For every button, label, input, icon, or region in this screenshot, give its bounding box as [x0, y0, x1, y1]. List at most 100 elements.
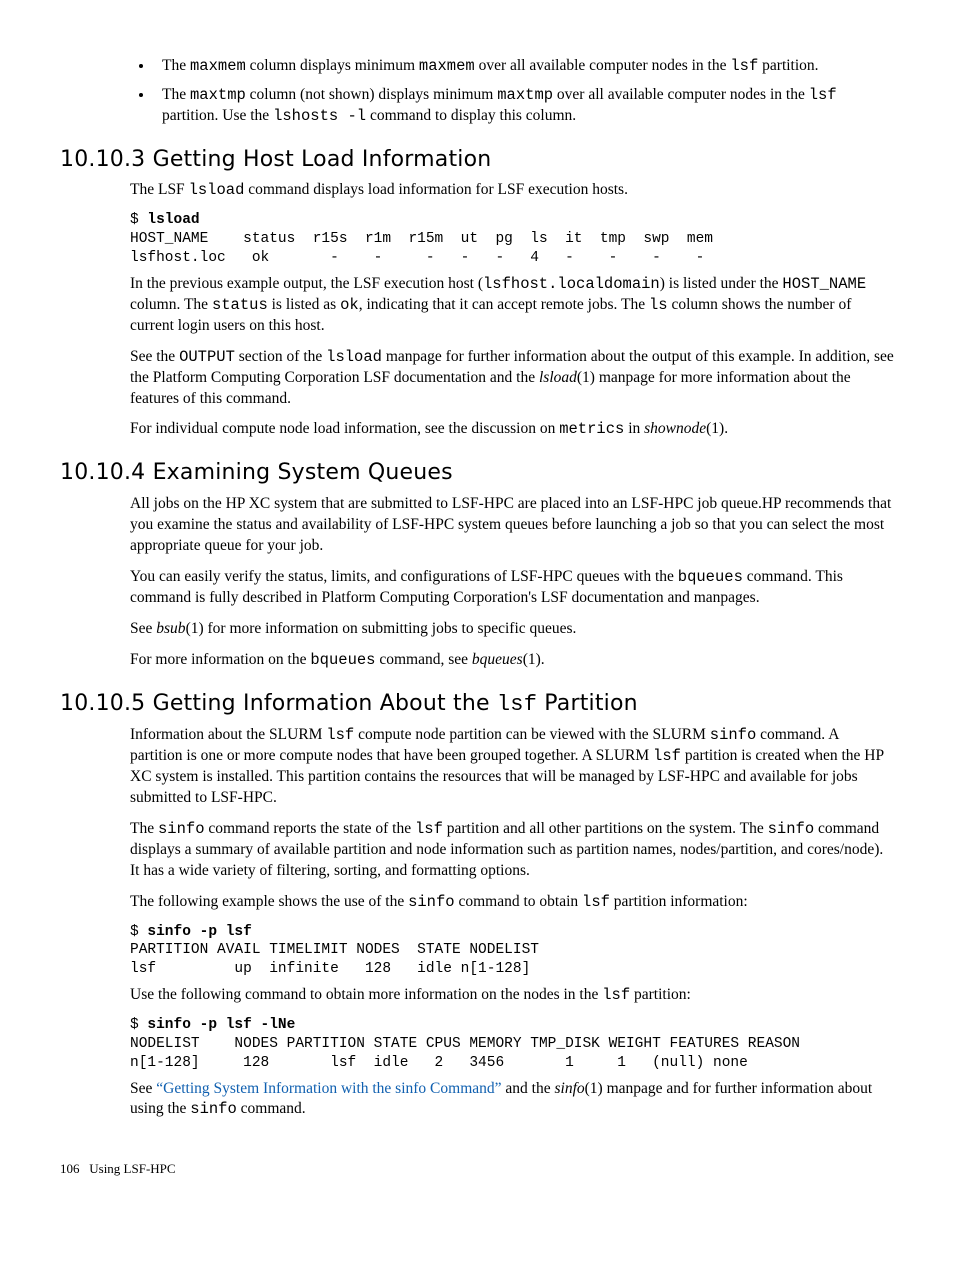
code: lsf: [582, 893, 610, 911]
code: sinfo: [710, 726, 757, 744]
text: partition information:: [610, 893, 748, 910]
text: partition. Use the: [162, 107, 273, 124]
heading-code: lsf: [497, 692, 537, 717]
text: The LSF: [130, 181, 189, 198]
text: ) is listed under the: [660, 275, 783, 292]
code: lshosts -l: [273, 107, 366, 125]
text: The following example shows the use of t…: [130, 893, 408, 910]
code-block-lsload: $ lsload HOST_NAME status r15s r1m r15m …: [130, 211, 894, 268]
text: (1).: [706, 420, 728, 437]
text: In the previous example output, the LSF …: [130, 275, 483, 292]
text: The: [130, 820, 158, 837]
code: sinfo: [408, 893, 455, 911]
heading-text: 10.10.5 Getting Information About the: [60, 691, 497, 716]
text: , indicating that it can accept remote j…: [359, 296, 649, 313]
intro-bullets: The maxmem column displays minimum maxme…: [130, 56, 894, 127]
text: compute node partition can be viewed wit…: [354, 726, 710, 743]
paragraph: The LSF lsload command displays load inf…: [130, 180, 894, 201]
text: command displays load information for LS…: [244, 181, 628, 198]
paragraph: You can easily verify the status, limits…: [130, 567, 894, 609]
code: maxtmp: [497, 86, 553, 104]
text: (1) for more information on submitting j…: [186, 620, 577, 637]
code: lsfhost.localdomain: [483, 275, 660, 293]
paragraph: See bsub(1) for more information on subm…: [130, 619, 894, 640]
code: lsf: [326, 726, 354, 744]
paragraph: In the previous example output, the LSF …: [130, 274, 894, 337]
paragraph: See the OUTPUT section of the lsload man…: [130, 347, 894, 410]
text: command.: [237, 1100, 306, 1117]
text: The: [162, 57, 190, 74]
paragraph: For individual compute node load informa…: [130, 419, 894, 440]
code: lsload: [326, 348, 382, 366]
heading-text: Partition: [537, 691, 638, 716]
prompt: $: [130, 1017, 147, 1033]
code: ls: [649, 296, 668, 314]
code: OUTPUT: [179, 348, 235, 366]
cross-reference-link[interactable]: “Getting System Information with the sin…: [156, 1080, 501, 1097]
text: See: [130, 620, 156, 637]
manpage-ref: bsub: [156, 620, 185, 637]
text: Use the following command to obtain more…: [130, 986, 602, 1003]
code: sinfo: [190, 1100, 237, 1118]
text: partition.: [758, 57, 818, 74]
text: partition:: [630, 986, 691, 1003]
code: lsload: [189, 181, 245, 199]
code: lsf: [653, 747, 681, 765]
text: in: [624, 420, 644, 437]
manpage-ref: bqueues: [472, 651, 523, 668]
heading-10-10-5: 10.10.5 Getting Information About the ls…: [60, 689, 894, 720]
text: You can easily verify the status, limits…: [130, 568, 678, 585]
code: maxmem: [190, 57, 246, 75]
heading-10-10-3: 10.10.3 Getting Host Load Information: [60, 145, 894, 175]
text: See the: [130, 348, 179, 365]
page-footer: 106 Using LSF-HPC: [60, 1160, 894, 1178]
code: sinfo: [768, 820, 815, 838]
text: column (not shown) displays minimum: [246, 86, 497, 103]
text: column. The: [130, 296, 212, 313]
text: section of the: [235, 348, 326, 365]
code-block-sinfo-1: $ sinfo -p lsf PARTITION AVAIL TIMELIMIT…: [130, 923, 894, 980]
paragraph: The following example shows the use of t…: [130, 892, 894, 913]
footer-label: Using LSF-HPC: [89, 1161, 175, 1176]
command: lsload: [147, 212, 199, 228]
text: command, see: [376, 651, 472, 668]
manpage-ref: shownode: [644, 420, 706, 437]
text: is listed as: [268, 296, 340, 313]
command: sinfo -p lsf -lNe: [147, 1017, 295, 1033]
code: lsf: [415, 820, 443, 838]
paragraph: The sinfo command reports the state of t…: [130, 819, 894, 882]
text: column displays minimum: [246, 57, 419, 74]
paragraph: See “Getting System Information with the…: [130, 1079, 894, 1121]
prompt: $: [130, 924, 147, 940]
text: For more information on the: [130, 651, 310, 668]
code: metrics: [559, 420, 624, 438]
text: and the: [502, 1080, 555, 1097]
text: over all available computer nodes in the: [475, 57, 731, 74]
command: sinfo -p lsf: [147, 924, 251, 940]
code: status: [212, 296, 268, 314]
code: maxtmp: [190, 86, 246, 104]
paragraph: Information about the SLURM lsf compute …: [130, 725, 894, 809]
code: bqueues: [310, 651, 375, 669]
code-block-sinfo-2: $ sinfo -p lsf -lNe NODELIST NODES PARTI…: [130, 1016, 894, 1073]
code: sinfo: [158, 820, 205, 838]
code: ok: [340, 296, 359, 314]
text: For individual compute node load informa…: [130, 420, 559, 437]
text: Information about the SLURM: [130, 726, 326, 743]
manpage-ref: sinfo: [554, 1080, 584, 1097]
paragraph: For more information on the bqueues comm…: [130, 650, 894, 671]
output: NODELIST NODES PARTITION STATE CPUS MEMO…: [130, 1036, 800, 1071]
bullet-list: The maxmem column displays minimum maxme…: [130, 56, 894, 127]
page-number: 106: [60, 1161, 80, 1176]
code: bqueues: [678, 568, 743, 586]
text: See: [130, 1080, 156, 1097]
code: lsf: [730, 57, 758, 75]
text: over all available computer nodes in the: [553, 86, 809, 103]
text: command reports the state of the: [205, 820, 415, 837]
text: command to display this column.: [366, 107, 576, 124]
prompt: $: [130, 212, 147, 228]
output: PARTITION AVAIL TIMELIMIT NODES STATE NO…: [130, 942, 539, 977]
text: command to obtain: [455, 893, 582, 910]
code: maxmem: [419, 57, 475, 75]
output: HOST_NAME status r15s r1m r15m ut pg ls …: [130, 231, 713, 266]
